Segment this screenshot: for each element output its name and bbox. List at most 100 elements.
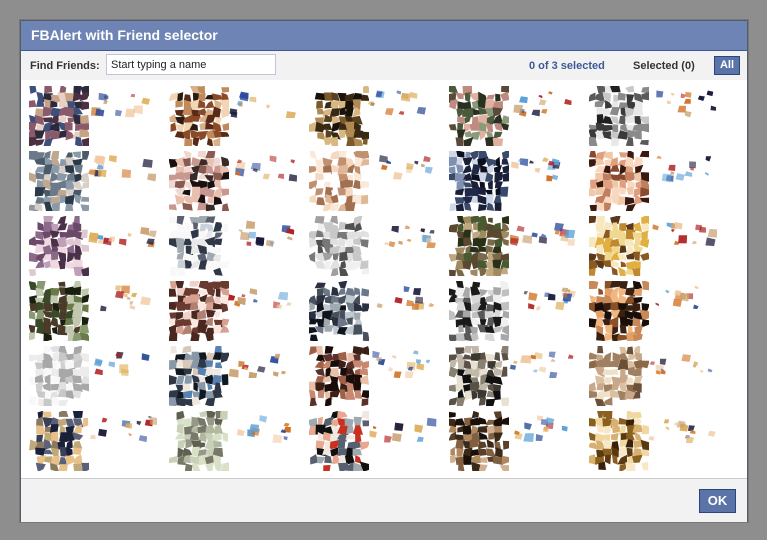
friend-name-obscured xyxy=(227,348,297,378)
friend-name-obscured xyxy=(87,88,157,118)
friend-photo xyxy=(449,411,509,471)
friend-name-obscured xyxy=(367,153,437,183)
friend-item[interactable] xyxy=(169,151,299,215)
friend-photo xyxy=(169,86,229,146)
friend-name-obscured xyxy=(227,218,297,248)
friend-name-obscured xyxy=(87,283,157,313)
friend-item[interactable] xyxy=(29,86,159,150)
friend-item[interactable] xyxy=(589,151,719,215)
friend-item[interactable] xyxy=(29,216,159,280)
friend-photo xyxy=(29,216,89,276)
friend-item[interactable] xyxy=(29,411,159,475)
dialog-footer: OK xyxy=(21,478,747,522)
dialog-title: FBAlert with Friend selector xyxy=(21,21,747,51)
friend-name-obscured xyxy=(227,413,297,443)
friend-name-obscured xyxy=(647,218,717,248)
friend-name-obscured xyxy=(87,153,157,183)
friend-name-obscured xyxy=(87,218,157,248)
friend-photo xyxy=(169,281,229,341)
friend-item[interactable] xyxy=(589,411,719,475)
friend-photo xyxy=(449,86,509,146)
friend-item[interactable] xyxy=(29,281,159,345)
friend-item[interactable] xyxy=(309,216,439,280)
friend-item[interactable] xyxy=(309,411,439,475)
friend-item[interactable] xyxy=(309,346,439,410)
ok-button[interactable]: OK xyxy=(699,489,736,513)
friend-item[interactable] xyxy=(449,216,579,280)
friend-name-obscured xyxy=(507,413,577,443)
friend-item[interactable] xyxy=(589,216,719,280)
friend-photo xyxy=(309,216,369,276)
friend-name-obscured xyxy=(507,348,577,378)
all-filter-button[interactable]: All xyxy=(714,56,740,75)
friend-name-obscured xyxy=(227,88,297,118)
friend-name-obscured xyxy=(367,283,437,313)
find-friends-input[interactable] xyxy=(106,54,276,75)
friend-grid xyxy=(21,80,747,478)
friend-photo xyxy=(169,216,229,276)
friend-photo xyxy=(449,346,509,406)
friend-item[interactable] xyxy=(449,86,579,150)
friend-item[interactable] xyxy=(169,86,299,150)
friend-photo xyxy=(29,151,89,211)
friend-photo xyxy=(589,216,649,276)
friend-photo xyxy=(29,346,89,406)
friend-name-obscured xyxy=(647,413,717,443)
friend-photo xyxy=(589,346,649,406)
friend-name-obscured xyxy=(227,153,297,183)
friend-item[interactable] xyxy=(169,216,299,280)
friend-photo xyxy=(309,86,369,146)
friend-item[interactable] xyxy=(589,86,719,150)
friend-item[interactable] xyxy=(29,151,159,215)
friend-photo xyxy=(589,151,649,211)
friend-name-obscured xyxy=(647,283,717,313)
friend-item[interactable] xyxy=(169,411,299,475)
friend-name-obscured xyxy=(507,218,577,248)
friend-photo xyxy=(589,281,649,341)
friend-name-obscured xyxy=(227,283,297,313)
friend-photo xyxy=(309,151,369,211)
friend-photo xyxy=(449,216,509,276)
friend-name-obscured xyxy=(367,88,437,118)
friend-item[interactable] xyxy=(449,281,579,345)
friend-photo xyxy=(169,151,229,211)
friend-photo xyxy=(29,411,89,471)
friend-item[interactable] xyxy=(309,151,439,215)
friend-name-obscured xyxy=(367,218,437,248)
friend-photo xyxy=(589,411,649,471)
friend-name-obscured xyxy=(367,413,437,443)
friend-name-obscured xyxy=(507,153,577,183)
friend-name-obscured xyxy=(507,283,577,313)
selected-filter[interactable]: Selected (0) xyxy=(633,60,695,72)
friend-name-obscured xyxy=(87,348,157,378)
friend-name-obscured xyxy=(87,413,157,443)
friend-item[interactable] xyxy=(449,151,579,215)
friend-item[interactable] xyxy=(309,86,439,150)
find-friends-label: Find Friends: xyxy=(30,60,100,72)
friend-item[interactable] xyxy=(589,346,719,410)
friend-item[interactable] xyxy=(449,346,579,410)
friend-item[interactable] xyxy=(589,281,719,345)
friend-photo xyxy=(449,281,509,341)
friend-name-obscured xyxy=(367,348,437,378)
toolbar: Find Friends: 0 of 3 selected Selected (… xyxy=(21,51,747,81)
friend-name-obscured xyxy=(647,88,717,118)
friend-item[interactable] xyxy=(169,281,299,345)
friend-name-obscured xyxy=(647,153,717,183)
friend-item[interactable] xyxy=(29,346,159,410)
friend-name-obscured xyxy=(647,348,717,378)
friend-photo xyxy=(169,346,229,406)
selection-count-link[interactable]: 0 of 3 selected xyxy=(529,60,605,72)
friend-photo xyxy=(169,411,229,471)
friend-photo xyxy=(309,281,369,341)
friend-item[interactable] xyxy=(449,411,579,475)
friend-item[interactable] xyxy=(169,346,299,410)
friend-photo xyxy=(29,86,89,146)
friend-photo xyxy=(309,346,369,406)
friend-name-obscured xyxy=(507,88,577,118)
friend-photo xyxy=(589,86,649,146)
friend-photo xyxy=(309,411,369,471)
friend-selector-dialog: FBAlert with Friend selector Find Friend… xyxy=(20,20,748,522)
friend-item[interactable] xyxy=(309,281,439,345)
friend-photo xyxy=(449,151,509,211)
